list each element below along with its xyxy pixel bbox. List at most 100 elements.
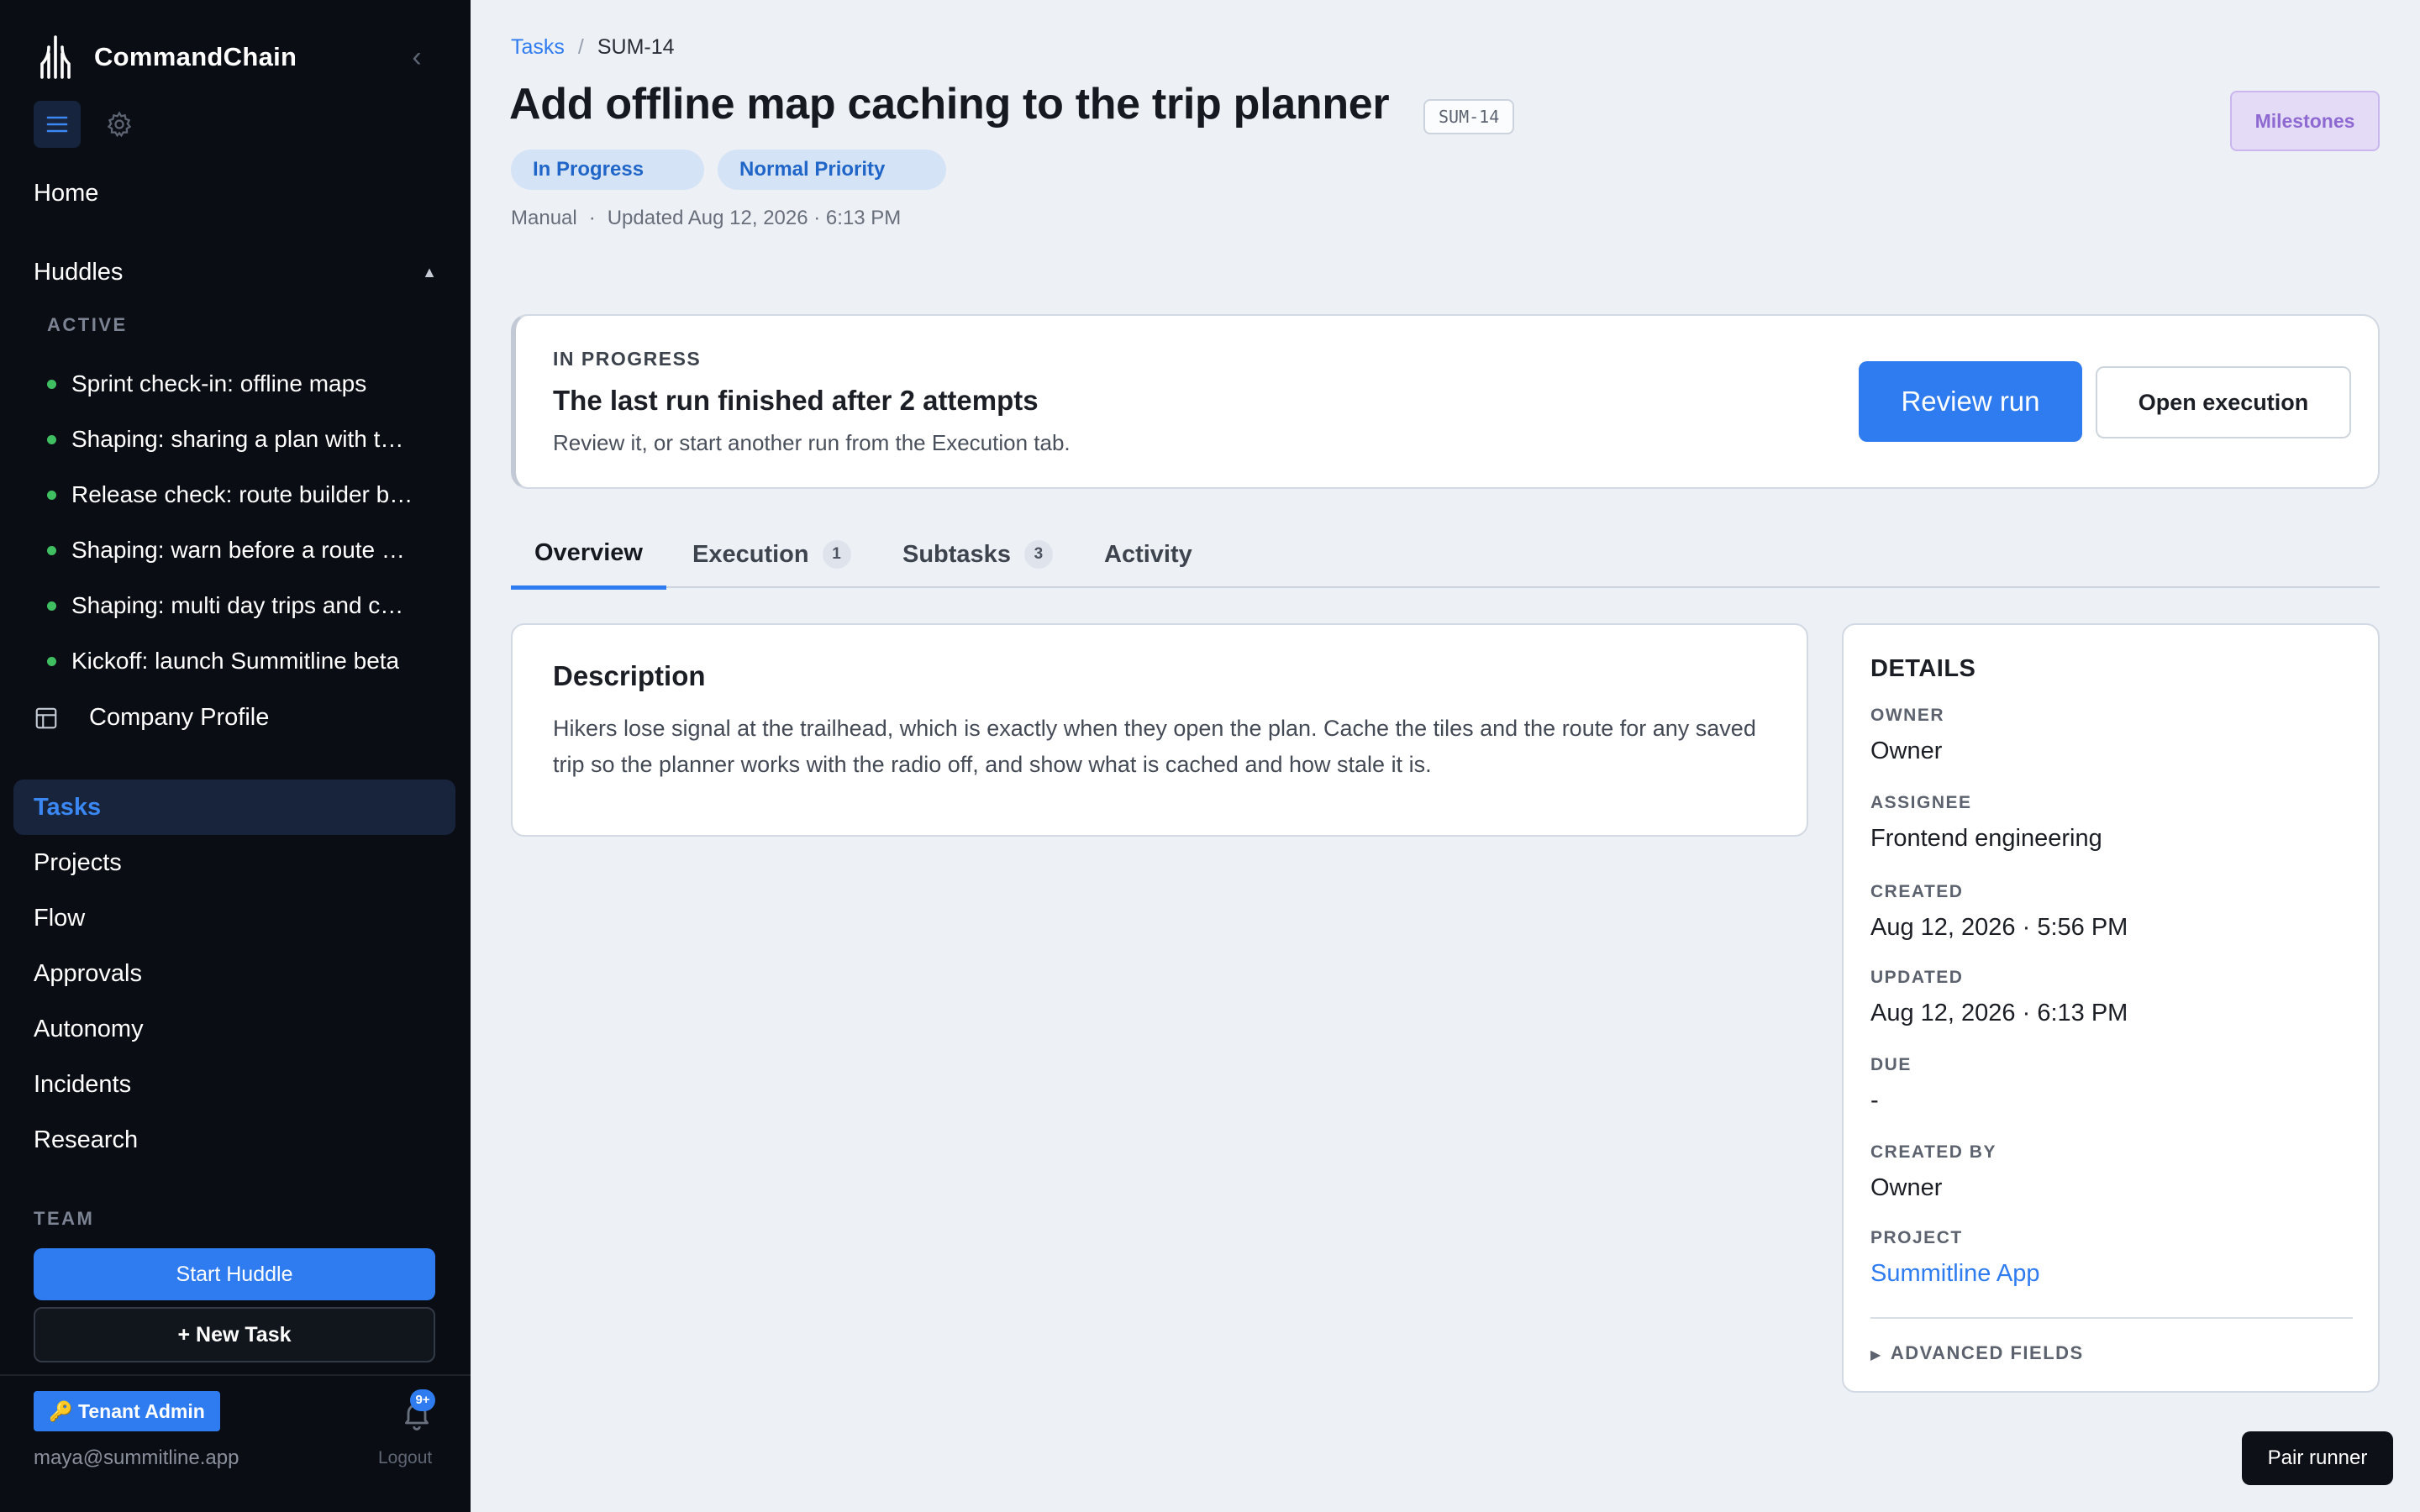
advanced-fields-label: ADVANCED FIELDS [1890,1342,2084,1363]
huddle-item[interactable]: Shaping: multi day trips and c… [47,578,437,633]
huddle-item[interactable]: Kickoff: launch Summitline beta [47,633,437,689]
run-status-label: IN PROGRESS [553,348,702,370]
nav-company-profile[interactable]: Company Profile [34,704,269,732]
open-execution-button[interactable]: Open execution [2096,366,2351,438]
logo-icon [40,35,71,79]
pair-runner-button[interactable]: Pair runner [2242,1431,2393,1485]
field-value[interactable]: Frontend engineering [1870,825,2102,853]
nav-incidents[interactable]: Incidents [13,1057,455,1112]
field-label: ASSIGNEE [1870,793,1972,812]
status-dot [47,601,56,611]
details-title: DETAILS [1870,655,1976,682]
project-link[interactable]: Summitline App [1870,1260,2040,1288]
user-email: maya@summitline.app [34,1446,239,1469]
review-run-button[interactable]: Review run [1859,361,2082,442]
run-status-subtitle: Review it, or start another run from the… [553,430,1071,455]
tab-label: Execution [692,540,809,568]
team-section-label: TEAM [34,1208,95,1229]
huddle-item[interactable]: Release check: route builder b… [47,467,437,522]
nav-projects[interactable]: Projects [13,835,455,890]
priority-pill[interactable]: Normal Priority [718,150,946,190]
created-field: CREATED Aug 12, 2026 · 5:56 PM [1870,882,2128,942]
milestones-button[interactable]: Milestones [2230,91,2380,151]
tab-execution[interactable]: Execution 1 [692,521,851,588]
tenant-admin-badge[interactable]: 🔑 Tenant Admin [34,1391,220,1431]
menu-button[interactable] [34,101,81,148]
start-huddle-button[interactable]: Start Huddle [34,1248,435,1300]
nav-home[interactable]: Home [34,180,98,207]
brand[interactable]: CommandChain [34,30,297,84]
company-profile-label: Company Profile [89,704,270,731]
description-body: Hikers lose signal at the trailhead, whi… [553,716,1756,777]
logout-link[interactable]: Logout [378,1448,432,1468]
huddle-label: Kickoff: launch Summitline beta [71,648,400,674]
meta-separator: · [588,207,596,229]
tab-activity[interactable]: Activity [1104,521,1192,588]
field-label: CREATED [1870,882,1964,901]
field-value: Owner [1870,1174,1943,1201]
huddles-section-label: ACTIVE [47,314,128,335]
field-label: OWNER [1870,706,1944,725]
status-dot [47,379,56,389]
breadcrumb-current: SUM-14 [597,35,675,59]
page-title: Add offline map caching to the trip plan… [509,80,1390,129]
chevron-left-icon[interactable]: ‹ [403,40,430,74]
details-panel: DETAILS OWNER Owner ASSIGNEE Frontend en… [1842,623,2380,1393]
breadcrumb-tasks-link[interactable]: Tasks [511,35,565,60]
new-task-button[interactable]: + New Task [34,1307,435,1362]
field-label: UPDATED [1870,968,1964,987]
triangle-right-icon: ▶ [1870,1348,1882,1362]
main-nav: Tasks Projects Flow Approvals Autonomy I… [13,780,455,1168]
nav-research[interactable]: Research [13,1112,455,1168]
tab-label: Overview [534,539,643,566]
field-label: DUE [1870,1055,1912,1074]
breadcrumb: Tasks / SUM-14 [511,35,675,60]
huddles-label: Huddles [34,259,124,286]
breadcrumb-separator: / [577,35,584,59]
nav-flow[interactable]: Flow [13,890,455,946]
task-pills: In Progress Normal Priority [511,150,960,190]
app-name: CommandChain [94,42,297,71]
field-value: Aug 12, 2026 · 5:56 PM [1870,914,2128,941]
huddles-toggle[interactable]: Huddles ▲ [34,259,437,286]
layout-icon [35,707,57,728]
field-value: Aug 12, 2026 · 6:13 PM [1870,1000,2128,1026]
settings-button[interactable] [96,101,143,148]
huddle-item[interactable]: Sprint check-in: offline maps [47,356,437,412]
tab-subtasks[interactable]: Subtasks 3 [902,521,1053,588]
notification-count-badge: 9+ [410,1389,435,1411]
tab-overview[interactable]: Overview [511,521,666,590]
status-dot [47,545,56,555]
field-label: CREATED BY [1870,1142,1996,1162]
huddle-item[interactable]: Shaping: warn before a route … [47,522,437,578]
description-title: Description [553,660,706,691]
menu-icon [46,116,68,133]
run-status-card: IN PROGRESS The last run finished after … [511,314,2380,489]
field-value[interactable]: - [1870,1087,1912,1115]
tab-count-badge: 3 [1023,540,1053,569]
owner-field: OWNER Owner [1870,706,1944,765]
task-source: Manual [511,207,577,229]
field-label: PROJECT [1870,1228,1963,1247]
huddle-list: Sprint check-in: offline maps Shaping: s… [47,356,437,689]
nav-tasks[interactable]: Tasks [13,780,455,835]
advanced-fields-toggle[interactable]: ▶ ADVANCED FIELDS [1870,1342,2084,1364]
caret-up-icon: ▲ [422,264,437,281]
tab-count-badge: 1 [822,540,851,569]
status-pill[interactable]: In Progress [511,150,704,190]
huddle-label: Release check: route builder b… [71,481,413,507]
nav-autonomy[interactable]: Autonomy [13,1001,455,1057]
huddle-item[interactable]: Shaping: sharing a plan with t… [47,412,437,467]
status-dot [47,434,56,444]
project-field: PROJECT Summitline App [1870,1228,2040,1288]
sidebar: CommandChain ‹ Home Huddles ▲ ACTIVE Spr… [0,0,471,1512]
task-tabs: Overview Execution 1 Subtasks 3 Activity [511,521,2380,590]
run-status-title: The last run finished after 2 attempts [553,385,1039,416]
nav-approvals[interactable]: Approvals [13,946,455,1001]
description-card: Description Hikers lose signal at the tr… [511,623,1808,837]
tab-label: Activity [1104,540,1192,568]
huddle-label: Sprint check-in: offline maps [71,370,367,396]
sidebar-divider [0,1374,471,1376]
field-value[interactable]: Owner [1870,738,1944,765]
updated-field: UPDATED Aug 12, 2026 · 6:13 PM [1870,968,2128,1027]
